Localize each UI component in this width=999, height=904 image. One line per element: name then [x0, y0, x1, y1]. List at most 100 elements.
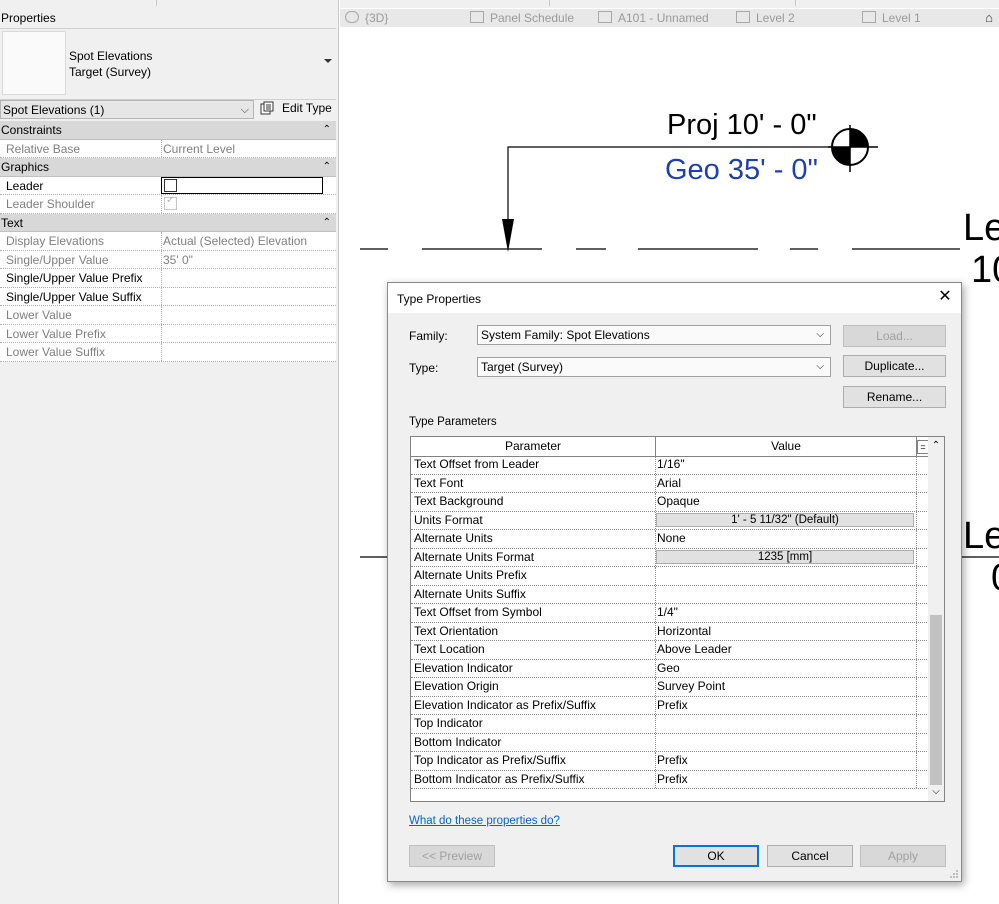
- rename-button[interactable]: Rename...: [843, 386, 946, 408]
- load-button[interactable]: Load...: [843, 325, 946, 347]
- prop-row-lower-value[interactable]: Lower Value: [0, 306, 336, 325]
- tab-a101[interactable]: A101 - Unnamed: [598, 9, 709, 27]
- parameter-row[interactable]: Text Location Above Leader: [411, 641, 929, 660]
- prop-value: Actual (Selected) Elevation: [163, 234, 308, 248]
- prop-row-lower-suffix[interactable]: Lower Value Suffix: [0, 343, 336, 362]
- parameter-row[interactable]: Elevation Origin Survey Point: [411, 678, 929, 697]
- prop-row-single-upper-suffix[interactable]: Single/Upper Value Suffix: [0, 287, 336, 306]
- apply-button[interactable]: Apply: [860, 845, 946, 867]
- grid-scrollbar[interactable]: ⌃ ⌵: [928, 437, 944, 801]
- column-separator: [916, 474, 917, 492]
- parameter-value[interactable]: Horizontal: [657, 623, 711, 640]
- column-separator: [655, 622, 656, 640]
- parameter-value[interactable]: Above Leader: [657, 641, 732, 658]
- parameter-row[interactable]: Alternate Units None: [411, 530, 929, 549]
- leader-checkbox[interactable]: [164, 178, 177, 192]
- parameter-value[interactable]: None: [657, 530, 686, 547]
- parameter-value[interactable]: Prefix: [657, 697, 688, 714]
- group-graphics[interactable]: Graphics ⌃: [0, 158, 336, 177]
- parameter-column-header[interactable]: Parameter: [411, 437, 656, 456]
- value-column-header[interactable]: Value: [656, 437, 917, 456]
- parameter-row[interactable]: Elevation Indicator Geo: [411, 659, 929, 678]
- parameter-row[interactable]: Top Indicator as Prefix/Suffix Prefix: [411, 752, 929, 771]
- parameter-row[interactable]: Elevation Indicator as Prefix/Suffix Pref…: [411, 696, 929, 715]
- tab-level-1[interactable]: Level 1: [862, 9, 921, 27]
- prop-row-relative-base[interactable]: Relative Base Current Level: [0, 139, 336, 158]
- parameter-row[interactable]: Bottom Indicator as Prefix/Suffix Prefix: [411, 770, 929, 789]
- prop-row-single-upper-prefix[interactable]: Single/Upper Value Prefix: [0, 269, 336, 288]
- group-constraints[interactable]: Constraints ⌃: [0, 121, 336, 140]
- type-family-name: Spot Elevations: [69, 49, 153, 63]
- parameter-row[interactable]: Bottom Indicator: [411, 733, 929, 752]
- parameter-value[interactable]: Survey Point: [657, 678, 725, 695]
- instance-filter-dropdown[interactable]: Spot Elevations (1) ⌵: [0, 100, 254, 119]
- group-text[interactable]: Text ⌃: [0, 213, 336, 232]
- prop-row-display-elevations[interactable]: Display Elevations Actual (Selected) Ele…: [0, 232, 336, 251]
- column-separator: [916, 622, 917, 640]
- parameter-row[interactable]: Alternate Units Format 1235 [mm]: [411, 548, 929, 567]
- parameter-value[interactable]: Geo: [657, 660, 680, 677]
- parameter-row[interactable]: Text Offset from Symbol 1/4": [411, 604, 929, 623]
- prop-row-leader-shoulder[interactable]: Leader Shoulder: [0, 195, 336, 214]
- parameter-row[interactable]: Top Indicator: [411, 715, 929, 734]
- tab-3d[interactable]: {3D}: [345, 9, 388, 27]
- view-top-strip: [340, 0, 999, 8]
- collapse-icon[interactable]: ⌃: [323, 159, 331, 175]
- tab-label: Level 1: [882, 11, 921, 25]
- parameter-value[interactable]: Prefix: [657, 771, 688, 788]
- family-dropdown[interactable]: System Family: Spot Elevations ⌵: [477, 325, 831, 345]
- proj-elevation-label[interactable]: Proj 10' - 0": [667, 109, 817, 142]
- parameter-value[interactable]: 1/4": [657, 604, 678, 621]
- lower-level-name[interactable]: Le: [963, 515, 999, 558]
- help-link[interactable]: What do these properties do?: [409, 815, 560, 827]
- parameter-value-button[interactable]: 1235 [mm]: [656, 549, 914, 564]
- dialog-titlebar[interactable]: Type Properties ✕: [388, 283, 961, 313]
- ok-button[interactable]: OK: [673, 845, 759, 867]
- parameter-name: Text Location: [414, 642, 485, 656]
- home-icon[interactable]: ⌂: [981, 10, 997, 26]
- resize-grip-icon[interactable]: [949, 869, 959, 879]
- geo-elevation-label[interactable]: Geo 35' - 0": [665, 154, 818, 187]
- preview-button[interactable]: << Preview: [409, 845, 495, 867]
- parameter-name: Bottom Indicator: [414, 734, 502, 749]
- parameter-value[interactable]: Arial: [657, 475, 681, 492]
- parameter-value[interactable]: Prefix: [657, 752, 688, 769]
- parameter-row[interactable]: Text Font Arial: [411, 474, 929, 493]
- collapse-icon[interactable]: ⌃: [323, 215, 331, 231]
- active-cell-outline: [161, 176, 323, 194]
- parameter-name: Text Orientation: [414, 623, 499, 638]
- tab-panel-schedule[interactable]: Panel Schedule: [470, 9, 574, 27]
- parameter-row[interactable]: Alternate Units Suffix: [411, 585, 929, 604]
- collapse-icon[interactable]: ⌃: [323, 122, 331, 138]
- type-dropdown-icon[interactable]: [324, 59, 332, 63]
- scrollbar-thumb[interactable]: [930, 615, 942, 785]
- column-separator: [655, 659, 656, 677]
- edit-type-button[interactable]: Edit Type: [258, 99, 336, 119]
- parameter-value-button[interactable]: 1' - 5 11/32" (Default): [656, 512, 914, 527]
- prop-value: Current Level: [163, 141, 236, 156]
- parameter-value[interactable]: 1/16": [657, 456, 685, 473]
- scroll-down-icon[interactable]: ⌵: [928, 785, 944, 799]
- prop-row-lower-prefix[interactable]: Lower Value Prefix: [0, 324, 336, 343]
- type-dropdown[interactable]: Target (Survey) ⌵: [477, 357, 831, 377]
- parameter-row[interactable]: Text Orientation Horizontal: [411, 622, 929, 641]
- cancel-button[interactable]: Cancel: [767, 845, 853, 867]
- column-separator: [655, 715, 656, 733]
- parameter-value[interactable]: Opaque: [657, 493, 700, 510]
- column-separator: [916, 752, 917, 770]
- parameter-row[interactable]: Alternate Units Prefix: [411, 567, 929, 586]
- parameter-row[interactable]: Text Background Opaque: [411, 493, 929, 512]
- prop-row-leader[interactable]: Leader: [0, 176, 336, 195]
- parameter-row[interactable]: Text Offset from Leader 1/16": [411, 456, 929, 475]
- duplicate-button[interactable]: Duplicate...: [843, 355, 946, 377]
- parameter-name: Elevation Indicator: [414, 660, 513, 675]
- upper-level-name[interactable]: Le: [963, 207, 999, 250]
- type-parameters-label: Type Parameters: [409, 416, 497, 428]
- prop-row-single-upper-value[interactable]: Single/Upper Value 35' 0": [0, 250, 336, 269]
- tab-level-2[interactable]: Level 2: [736, 9, 795, 27]
- scroll-up-icon[interactable]: ⌃: [928, 439, 944, 453]
- parameter-row[interactable]: Units Format 1' - 5 11/32" (Default): [411, 511, 929, 530]
- close-icon[interactable]: ✕: [937, 288, 953, 306]
- type-selector[interactable]: Spot Elevations Target (Survey): [0, 28, 336, 100]
- column-separator: [916, 678, 917, 696]
